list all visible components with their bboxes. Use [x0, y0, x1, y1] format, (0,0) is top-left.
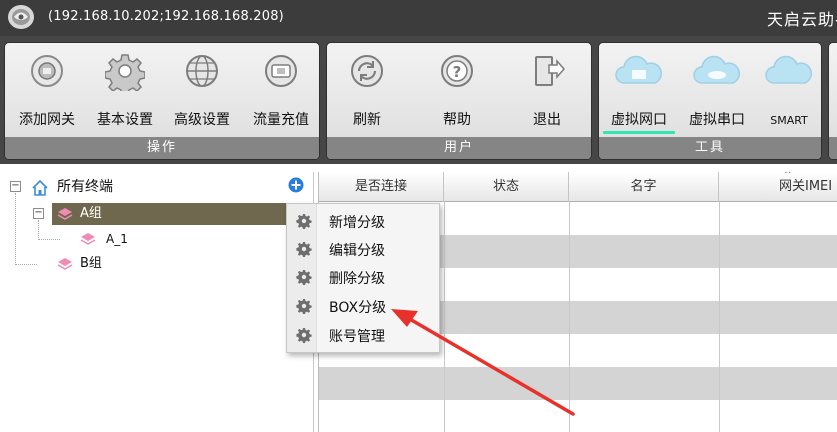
layers-icon [80, 233, 96, 245]
tree-root[interactable]: − 所有终端 [0, 176, 314, 198]
gear-icon [296, 214, 312, 229]
active-tool-underline [603, 131, 675, 134]
ribbon-group-operations: 添加网关 基本设置 高级设置 流量充值 操作 [4, 42, 320, 160]
column-header-name[interactable]: 名字 [569, 172, 719, 202]
tree-node-label: B组 [80, 256, 102, 271]
gear-icon [296, 299, 312, 314]
add-gateway-button[interactable]: 添加网关 [7, 43, 87, 137]
ribbon-group-label-user: 用户 [327, 137, 591, 159]
grid-column-divider [444, 202, 445, 432]
tree-root-label: 所有终端 [57, 179, 113, 195]
column-header-status[interactable]: 状态 [444, 172, 569, 202]
help-button[interactable]: ? 帮助 [417, 43, 497, 137]
globe-icon [186, 55, 218, 87]
cloud-smart-icon [765, 55, 813, 84]
ribbon-group-label-operations: 操作 [5, 137, 319, 159]
layers-icon [57, 208, 73, 220]
ribbon-group-user: 刷新 ? 帮助 退出 用户 [326, 42, 592, 160]
add-gateway-label: 添加网关 [19, 112, 75, 128]
tree-node-a1[interactable]: A_1 [0, 228, 314, 250]
ribbon-group-partial-footer [829, 137, 837, 159]
grid-header: 是否连接 状态 名字 网关IMEI ^ [319, 172, 837, 202]
exit-icon [535, 56, 565, 86]
ribbon-group-partial [828, 42, 837, 160]
menu-item-account-management[interactable]: 账号管理 [289, 321, 437, 349]
traffic-recharge-button[interactable]: 流量充值 [241, 43, 319, 137]
tree-node-label: A_1 [106, 232, 128, 246]
cloud-serial-icon [693, 55, 741, 84]
table-row[interactable] [319, 400, 837, 432]
sort-indicator-icon: ^ [784, 172, 792, 180]
exit-button[interactable]: 退出 [507, 43, 587, 137]
context-menu: 新增分级 编辑分级 删除分级 BOX分级 账号管理 [286, 203, 440, 353]
basic-settings-button[interactable]: 基本设置 [85, 43, 165, 137]
ribbon-group-tools: 虚拟网口 虚拟串口 SMART 工具 [598, 42, 822, 160]
home-icon [32, 179, 48, 196]
traffic-recharge-label: 流量充值 [253, 112, 309, 128]
gateway-add-icon [31, 55, 63, 87]
svg-text:?: ? [453, 63, 462, 81]
collapse-toggle[interactable]: − [33, 208, 44, 219]
refresh-label: 刷新 [353, 112, 381, 128]
help-icon: ? [441, 55, 473, 87]
virtual-serial-port-label: 虚拟串口 [689, 112, 745, 128]
menu-item-label: BOX分级 [329, 300, 387, 316]
gear-icon [296, 270, 312, 285]
layers-icon [57, 258, 73, 270]
menu-item-label: 编辑分级 [329, 243, 385, 259]
tree-node-group-b[interactable]: B组 [0, 253, 314, 275]
ribbon-group-label-tools: 工具 [599, 137, 821, 159]
menu-item-add-level[interactable]: 新增分级 [289, 207, 437, 235]
sim-card-icon [265, 55, 297, 87]
grid-column-divider [569, 202, 570, 432]
window-title-app: 天启云助手 [767, 10, 837, 29]
menu-item-label: 新增分级 [329, 215, 385, 231]
cloud-network-icon [615, 55, 663, 84]
tree-node-group-a[interactable]: − A组 [0, 203, 314, 225]
column-header-connected[interactable]: 是否连接 [319, 172, 444, 202]
terminal-tree: − 所有终端 − A组 A_1 B组 [0, 172, 314, 432]
smart-button[interactable]: SMART [749, 43, 821, 137]
virtual-network-port-label: 虚拟网口 [611, 112, 667, 128]
app-logo-icon [8, 5, 34, 29]
exit-label: 退出 [533, 112, 561, 128]
window-title-ip: (192.168.10.202;192.168.168.208) [48, 9, 284, 24]
ribbon-toolbar: 添加网关 基本设置 高级设置 流量充值 操作 刷新 ? 帮助 退出 用户 虚拟网… [0, 36, 837, 164]
gear-icon [296, 242, 312, 257]
refresh-icon [351, 55, 383, 87]
table-row[interactable] [319, 367, 837, 400]
menu-item-delete-level[interactable]: 删除分级 [289, 263, 437, 291]
menu-item-box-level[interactable]: BOX分级 [289, 292, 437, 320]
advanced-settings-label: 高级设置 [174, 112, 230, 128]
menu-item-label: 账号管理 [329, 329, 385, 345]
gear-icon [296, 328, 312, 343]
advanced-settings-button[interactable]: 高级设置 [162, 43, 242, 137]
refresh-button[interactable]: 刷新 [327, 43, 407, 137]
collapse-toggle[interactable]: − [10, 181, 21, 192]
title-bar: (192.168.10.202;192.168.168.208) 天启云助手 [0, 0, 837, 36]
column-header-gateway-imei[interactable]: 网关IMEI [719, 172, 837, 202]
grid-column-divider [719, 202, 720, 432]
menu-item-label: 删除分级 [329, 271, 385, 287]
smart-label: SMART [770, 114, 808, 127]
add-group-icon[interactable] [288, 177, 304, 193]
virtual-serial-port-button[interactable]: 虚拟串口 [677, 43, 757, 137]
basic-settings-label: 基本设置 [97, 112, 153, 128]
tree-node-label: A组 [80, 206, 102, 221]
virtual-network-port-button[interactable]: 虚拟网口 [599, 43, 679, 137]
menu-item-edit-level[interactable]: 编辑分级 [289, 235, 437, 263]
gear-icon [105, 54, 145, 91]
help-label: 帮助 [443, 112, 471, 128]
